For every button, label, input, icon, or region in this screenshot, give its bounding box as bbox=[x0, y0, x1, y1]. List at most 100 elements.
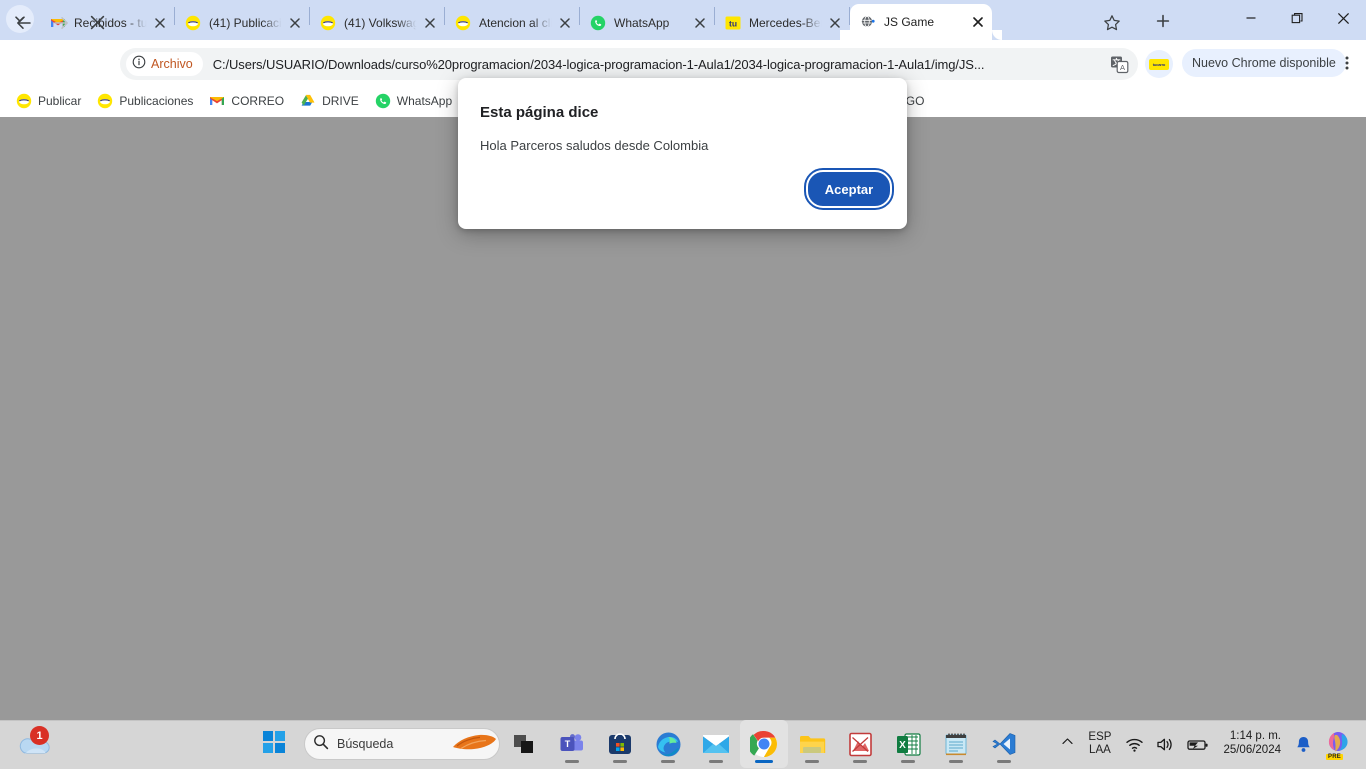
svg-text:X: X bbox=[899, 740, 906, 751]
chrome-update-button[interactable]: Nuevo Chrome disponible bbox=[1182, 49, 1346, 77]
accept-button[interactable]: Aceptar bbox=[804, 168, 894, 210]
tab-title: WhatsApp bbox=[614, 16, 670, 30]
tab-atencion-cliente[interactable]: Atencion al clien bbox=[445, 6, 579, 40]
tab-close-button[interactable] bbox=[690, 13, 710, 33]
tu-icon: tu bbox=[725, 15, 741, 31]
kebab-menu-icon[interactable] bbox=[1334, 50, 1360, 76]
generic-page-icon bbox=[860, 14, 876, 30]
tab-title: (41) Publicacione bbox=[209, 16, 283, 30]
tab-close-button[interactable] bbox=[150, 13, 170, 33]
bookmark-correo[interactable]: CORREO bbox=[201, 89, 292, 113]
file-scheme-chip[interactable]: Archivo bbox=[126, 52, 203, 76]
update-label: Nuevo Chrome disponible bbox=[1192, 56, 1336, 70]
running-indicator bbox=[613, 760, 627, 763]
running-indicator bbox=[901, 760, 915, 763]
taskbar-center: Búsqueda T X bbox=[250, 720, 1028, 768]
tab-mercedes-benz[interactable]: tu Mercedes-Benz bbox=[715, 6, 849, 40]
svg-text:tu: tu bbox=[729, 18, 737, 28]
bookmark-label: CORREO bbox=[231, 94, 285, 108]
svg-text:T: T bbox=[565, 739, 571, 749]
bookmark-label: WhatsApp bbox=[396, 94, 453, 108]
file-explorer-icon[interactable] bbox=[788, 720, 836, 768]
tab-close-button[interactable] bbox=[555, 13, 575, 33]
start-button[interactable] bbox=[250, 720, 298, 768]
running-indicator bbox=[997, 760, 1011, 763]
stop-loading-button[interactable] bbox=[82, 7, 113, 38]
language-line-1: ESP bbox=[1088, 730, 1112, 743]
tab-close-button[interactable] bbox=[285, 13, 305, 33]
clock-date: 25/06/2024 bbox=[1223, 744, 1281, 756]
tab-title: (41) Volkswagen bbox=[344, 16, 418, 30]
running-indicator bbox=[755, 760, 773, 763]
microsoft-teams-icon[interactable]: T bbox=[548, 720, 596, 768]
profile-avatar[interactable]: tucarro bbox=[1145, 50, 1173, 78]
close-window-button[interactable] bbox=[1320, 0, 1366, 36]
bookmark-whatsapp[interactable]: WhatsApp bbox=[367, 89, 460, 113]
avatar-label: tucarro bbox=[1152, 61, 1166, 67]
vs-code-icon[interactable] bbox=[980, 720, 1028, 768]
search-placeholder: Búsqueda bbox=[337, 737, 394, 751]
tucarro-icon bbox=[185, 15, 201, 31]
copilot-icon[interactable]: PRE bbox=[1324, 729, 1354, 760]
bell-icon[interactable] bbox=[1289, 724, 1318, 764]
translate-icon[interactable]: 文 A bbox=[1106, 51, 1132, 77]
forward-button[interactable] bbox=[45, 7, 76, 38]
system-tray: ESP LAA 1:14 p. m. 25/06/2024 PRE bbox=[1055, 720, 1360, 768]
running-indicator bbox=[805, 760, 819, 763]
notepad-icon[interactable] bbox=[932, 720, 980, 768]
clock[interactable]: 1:14 p. m. 25/06/2024 bbox=[1215, 730, 1289, 758]
bookmark-label: Publicaciones bbox=[119, 94, 194, 108]
address-bar[interactable]: Archivo C:/Users/USUARIO/Downloads/curso… bbox=[120, 48, 1138, 80]
tucarro-avatar: tucarro bbox=[1149, 58, 1169, 70]
maximize-restore-button[interactable] bbox=[1274, 0, 1320, 36]
javascript-alert-dialog: Esta página dice Hola Parceros saludos d… bbox=[458, 78, 907, 229]
running-indicator bbox=[709, 760, 723, 763]
running-indicator bbox=[565, 760, 579, 763]
mail-icon[interactable] bbox=[692, 720, 740, 768]
tab-publicaciones-1[interactable]: (41) Publicacione bbox=[175, 6, 309, 40]
google-chrome-icon[interactable] bbox=[740, 720, 788, 768]
tab-title: JS Game bbox=[884, 15, 935, 29]
search-input[interactable]: Búsqueda bbox=[304, 728, 500, 760]
wifi-icon[interactable] bbox=[1119, 724, 1150, 764]
tab-volkswagen[interactable]: (41) Volkswagen bbox=[310, 6, 444, 40]
whatsapp-icon bbox=[590, 15, 606, 31]
microsoft-store-icon[interactable] bbox=[596, 720, 644, 768]
bookmark-label: Publicar bbox=[38, 94, 82, 108]
tucarro-icon bbox=[320, 15, 336, 31]
gmail-icon bbox=[209, 93, 225, 109]
volume-icon[interactable] bbox=[1150, 724, 1181, 764]
task-view-button[interactable] bbox=[500, 720, 548, 768]
url-text: C:/Users/USUARIO/Downloads/curso%20progr… bbox=[212, 56, 985, 72]
clock-time: 1:14 p. m. bbox=[1229, 730, 1281, 743]
file-scheme-label: Archivo bbox=[151, 57, 193, 71]
dialog-message: Hola Parceros saludos desde Colombia bbox=[480, 138, 709, 153]
search-icon bbox=[313, 734, 329, 755]
tab-title: Atencion al clien bbox=[479, 16, 553, 30]
bookmark-publicar[interactable]: Publicar bbox=[8, 89, 89, 113]
onedrive-badge: 1 bbox=[30, 726, 49, 745]
chevron-up-icon bbox=[1061, 735, 1074, 753]
tab-title: Mercedes-Benz bbox=[749, 16, 823, 30]
tab-list: Recibidos - tucar (41) Publicacione bbox=[40, 0, 1002, 40]
tab-close-button[interactable] bbox=[420, 13, 440, 33]
tray-overflow-button[interactable] bbox=[1055, 724, 1080, 764]
accept-button-label: Aceptar bbox=[824, 181, 874, 197]
minimize-button[interactable] bbox=[1228, 0, 1274, 36]
back-button[interactable] bbox=[8, 7, 39, 38]
window-controls bbox=[1228, 0, 1366, 40]
tab-close-button[interactable] bbox=[968, 12, 988, 32]
tab-whatsapp[interactable]: WhatsApp bbox=[580, 6, 714, 40]
image-viewer-icon[interactable] bbox=[836, 720, 884, 768]
language-indicator[interactable]: ESP LAA bbox=[1080, 731, 1119, 757]
bookmark-publicaciones[interactable]: Publicaciones bbox=[89, 89, 201, 113]
microsoft-edge-icon[interactable] bbox=[644, 720, 692, 768]
tab-js-game[interactable]: JS Game bbox=[850, 4, 1002, 40]
battery-icon[interactable] bbox=[1181, 724, 1215, 764]
new-tab-button[interactable] bbox=[1150, 8, 1176, 34]
microsoft-excel-icon[interactable]: X bbox=[884, 720, 932, 768]
bookmark-star-button[interactable] bbox=[1096, 7, 1127, 38]
info-circle-icon bbox=[132, 55, 146, 74]
bookmark-drive[interactable]: DRIVE bbox=[292, 89, 367, 113]
svg-text:A: A bbox=[1119, 63, 1124, 72]
